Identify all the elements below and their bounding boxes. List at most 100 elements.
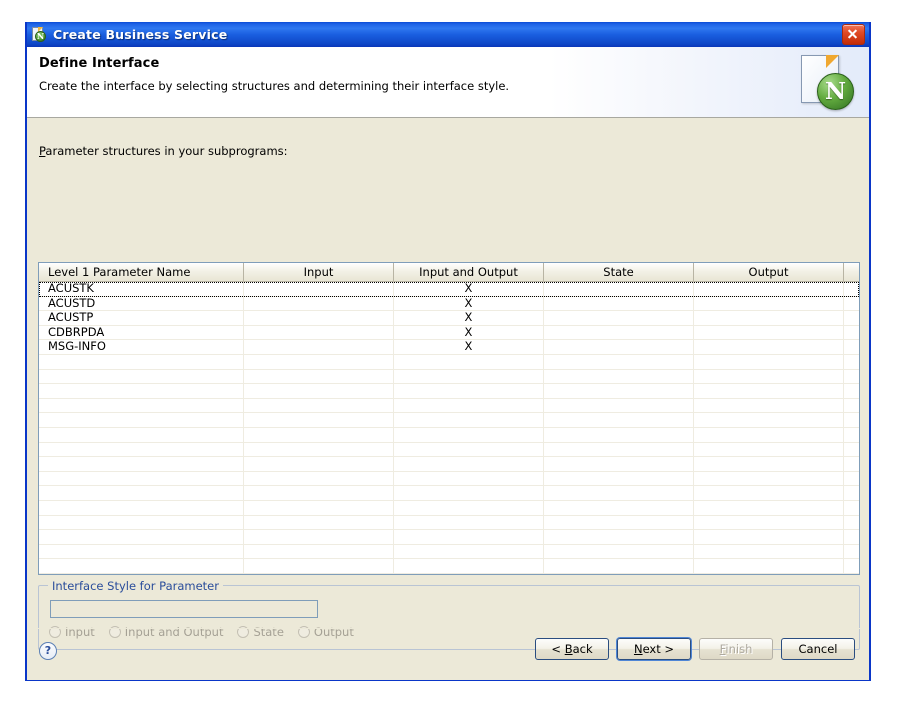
table-cell-name[interactable] — [39, 369, 244, 384]
table-cell-input_and_output[interactable] — [394, 413, 544, 427]
table-cell-extra[interactable] — [844, 370, 859, 384]
table-row[interactable] — [39, 413, 859, 428]
table-cell-input[interactable] — [244, 471, 394, 486]
table-cell-name[interactable] — [39, 442, 244, 457]
table-cell-input_and_output[interactable] — [394, 442, 544, 457]
table-cell-name[interactable] — [39, 486, 244, 500]
table-cell-input_and_output[interactable] — [394, 486, 544, 500]
table-cell-input[interactable] — [244, 500, 394, 515]
table-cell-input_and_output[interactable]: X — [394, 282, 544, 296]
table-cell-name[interactable] — [39, 500, 244, 515]
table-cell-extra[interactable] — [844, 399, 859, 413]
table-row[interactable] — [39, 515, 859, 531]
table-cell-input_and_output[interactable] — [394, 515, 544, 530]
table-cell-state[interactable] — [544, 471, 694, 486]
table-cell-name[interactable] — [39, 384, 244, 398]
table-cell-name[interactable] — [39, 457, 244, 471]
table-cell-input_and_output[interactable]: X — [394, 311, 544, 325]
table-cell-input_and_output[interactable] — [394, 471, 544, 486]
table-row[interactable]: ACUSTP X — [39, 311, 859, 326]
table-cell-name[interactable]: ACUSTD — [39, 296, 244, 311]
table-row[interactable] — [39, 544, 859, 560]
table-cell-extra[interactable] — [844, 413, 859, 427]
table-cell-output[interactable] — [694, 515, 844, 530]
table-cell-name[interactable]: MSG-INFO — [39, 340, 244, 354]
table-cell-input[interactable] — [244, 457, 394, 471]
help-icon[interactable]: ? — [39, 642, 57, 660]
table-cell-state[interactable] — [544, 442, 694, 457]
table-row[interactable] — [39, 500, 859, 516]
table-row[interactable] — [39, 369, 859, 385]
table-cell-name[interactable]: ACUSTK — [39, 282, 244, 296]
table-cell-output[interactable] — [694, 325, 844, 340]
table-cell-state[interactable] — [544, 296, 694, 311]
table-cell-input_and_output[interactable] — [394, 500, 544, 515]
table-cell-input[interactable] — [244, 544, 394, 559]
table-cell-input[interactable] — [244, 398, 394, 413]
table-cell-input[interactable] — [244, 311, 394, 325]
table-cell-name[interactable] — [39, 354, 244, 369]
table-cell-state[interactable] — [544, 530, 694, 544]
table-cell-extra[interactable] — [844, 472, 859, 486]
table-cell-extra[interactable] — [844, 443, 859, 457]
table-cell-name[interactable] — [39, 427, 244, 442]
table-cell-state[interactable] — [544, 559, 694, 573]
table-cell-state[interactable] — [544, 457, 694, 471]
table-cell-input[interactable] — [244, 515, 394, 530]
table-cell-input[interactable] — [244, 486, 394, 500]
table-cell-extra[interactable] — [844, 297, 859, 311]
table-cell-output[interactable] — [694, 486, 844, 500]
table-cell-input[interactable] — [244, 413, 394, 427]
table-cell-input_and_output[interactable] — [394, 369, 544, 384]
table-cell-output[interactable] — [694, 296, 844, 311]
table-cell-extra[interactable] — [844, 340, 859, 354]
table-cell-state[interactable] — [544, 427, 694, 442]
table-cell-output[interactable] — [694, 384, 844, 398]
table-column-header-0[interactable]: Level 1 Parameter Name — [39, 263, 244, 281]
table-cell-extra[interactable] — [844, 355, 859, 369]
table-cell-name[interactable] — [39, 530, 244, 544]
table-row[interactable] — [39, 471, 859, 487]
table-cell-output[interactable] — [694, 544, 844, 559]
table-cell-input_and_output[interactable] — [394, 354, 544, 369]
table-cell-input[interactable] — [244, 559, 394, 573]
table-column-header-5[interactable] — [844, 263, 859, 281]
table-cell-output[interactable] — [694, 354, 844, 369]
table-cell-state[interactable] — [544, 413, 694, 427]
table-cell-state[interactable] — [544, 354, 694, 369]
table-row[interactable] — [39, 384, 859, 399]
table-row[interactable] — [39, 354, 859, 370]
table-cell-state[interactable] — [544, 486, 694, 500]
table-cell-output[interactable] — [694, 500, 844, 515]
table-cell-output[interactable] — [694, 413, 844, 427]
table-cell-extra[interactable] — [844, 516, 859, 530]
table-cell-input_and_output[interactable] — [394, 457, 544, 471]
table-cell-input[interactable] — [244, 296, 394, 311]
table-cell-name[interactable] — [39, 559, 244, 573]
table-cell-input_and_output[interactable] — [394, 427, 544, 442]
table-column-header-1[interactable]: Input — [244, 263, 394, 281]
table-cell-output[interactable] — [694, 559, 844, 573]
table-cell-input[interactable] — [244, 282, 394, 296]
table-cell-name[interactable] — [39, 544, 244, 559]
table-row[interactable] — [39, 457, 859, 472]
table-cell-extra[interactable] — [844, 282, 859, 296]
table-row[interactable]: CDBRPDA X — [39, 325, 859, 341]
table-cell-output[interactable] — [694, 457, 844, 471]
table-cell-input_and_output[interactable]: X — [394, 340, 544, 354]
table-cell-output[interactable] — [694, 340, 844, 354]
table-cell-extra[interactable] — [844, 545, 859, 559]
table-cell-state[interactable] — [544, 340, 694, 354]
table-cell-output[interactable] — [694, 282, 844, 296]
back-button[interactable]: < Back — [535, 638, 609, 660]
table-cell-input[interactable] — [244, 369, 394, 384]
table-row[interactable]: ACUSTK X — [39, 282, 859, 297]
table-cell-input[interactable] — [244, 530, 394, 544]
table-cell-name[interactable] — [39, 398, 244, 413]
table-cell-input_and_output[interactable] — [394, 530, 544, 544]
cancel-button[interactable]: Cancel — [781, 638, 855, 660]
table-cell-name[interactable] — [39, 471, 244, 486]
table-cell-state[interactable] — [544, 369, 694, 384]
table-cell-input_and_output[interactable] — [394, 384, 544, 398]
table-cell-state[interactable] — [544, 500, 694, 515]
